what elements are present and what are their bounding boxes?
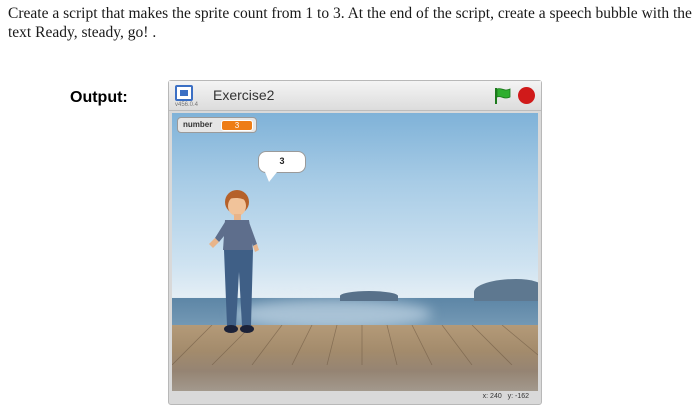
speech-bubble-text: 3 bbox=[279, 156, 285, 166]
y-coord-value: -162 bbox=[514, 393, 529, 400]
variable-monitor[interactable]: number 3 bbox=[177, 117, 257, 133]
x-coord-value: 240 bbox=[490, 393, 502, 400]
stage[interactable]: number 3 3 bbox=[172, 113, 538, 391]
variable-value: 3 bbox=[221, 120, 253, 131]
variable-name: number bbox=[183, 120, 213, 129]
y-coord-label: y: bbox=[507, 393, 514, 400]
island-right bbox=[474, 279, 538, 301]
player-titlebar: Exercise2 v456.0.4 bbox=[169, 81, 541, 111]
project-title: Exercise2 bbox=[213, 87, 275, 103]
x-coord-label: x: bbox=[482, 393, 489, 400]
instructions-text: Create a script that makes the sprite co… bbox=[8, 5, 692, 41]
output-label: Output: bbox=[70, 89, 128, 106]
stop-icon[interactable] bbox=[518, 87, 535, 104]
green-flag-icon[interactable] bbox=[493, 87, 513, 105]
speech-bubble: 3 bbox=[258, 151, 306, 182]
version-label: v456.0.4 bbox=[175, 102, 199, 108]
mouse-coordinates: x: 240 y: -162 bbox=[169, 393, 541, 405]
scratch-player: Exercise2 v456.0.4 number 3 3 x: 240 y: … bbox=[168, 80, 542, 405]
boy-sprite[interactable] bbox=[209, 188, 269, 338]
fullscreen-icon[interactable] bbox=[175, 85, 193, 101]
island-left bbox=[340, 291, 398, 301]
